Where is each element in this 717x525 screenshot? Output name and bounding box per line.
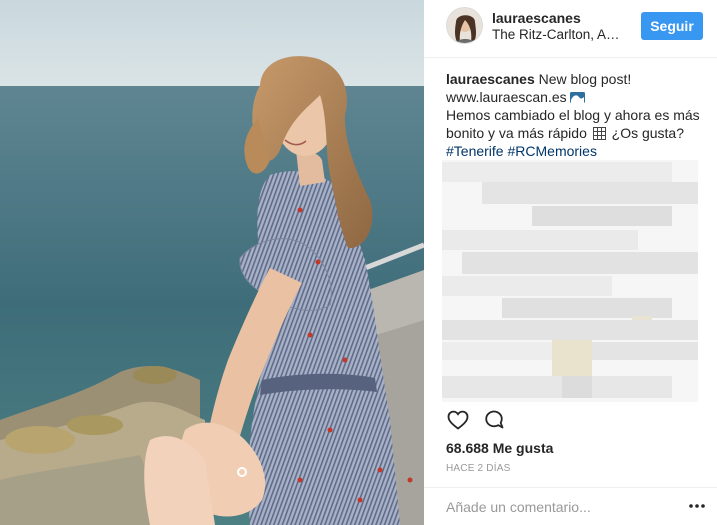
post-location[interactable]: The Ritz-Carlton, A… xyxy=(492,27,620,42)
post-details-panel: lauraescanes The Ritz-Carlton, A… Seguir… xyxy=(424,0,717,525)
post-actions xyxy=(446,408,526,432)
heart-icon[interactable] xyxy=(446,408,470,432)
more-options-icon[interactable] xyxy=(686,496,708,516)
hashtag-tenerife[interactable]: #Tenerife xyxy=(446,143,504,159)
wave-emoji-icon xyxy=(569,92,585,103)
author-username[interactable]: lauraescanes xyxy=(492,10,581,26)
hashtag-rcmemories[interactable]: #RCMemories xyxy=(507,143,596,159)
post-timestamp[interactable]: HACE 2 DÍAS xyxy=(446,463,510,474)
post-caption: lauraescanes New blog post! www.lauraesc… xyxy=(446,70,708,160)
post-header: lauraescanes The Ritz-Carlton, A… Seguir xyxy=(424,0,717,58)
comment-bar xyxy=(424,487,717,525)
caption-link: www.lauraescan.es xyxy=(446,89,567,105)
post-photo[interactable] xyxy=(0,0,424,525)
avatar[interactable] xyxy=(446,7,483,44)
blurred-comments xyxy=(442,160,698,402)
comment-input[interactable] xyxy=(446,497,676,517)
unsupported-emoji-icon xyxy=(592,127,606,140)
likes-count[interactable]: 68.688 Me gusta xyxy=(446,440,553,456)
comment-icon[interactable] xyxy=(482,408,506,432)
follow-button[interactable]: Seguir xyxy=(641,12,703,40)
caption-text-4: ¿Os gusta? xyxy=(611,125,685,141)
caption-text-1: New blog post! xyxy=(538,71,632,87)
caption-username[interactable]: lauraescanes xyxy=(446,71,535,87)
